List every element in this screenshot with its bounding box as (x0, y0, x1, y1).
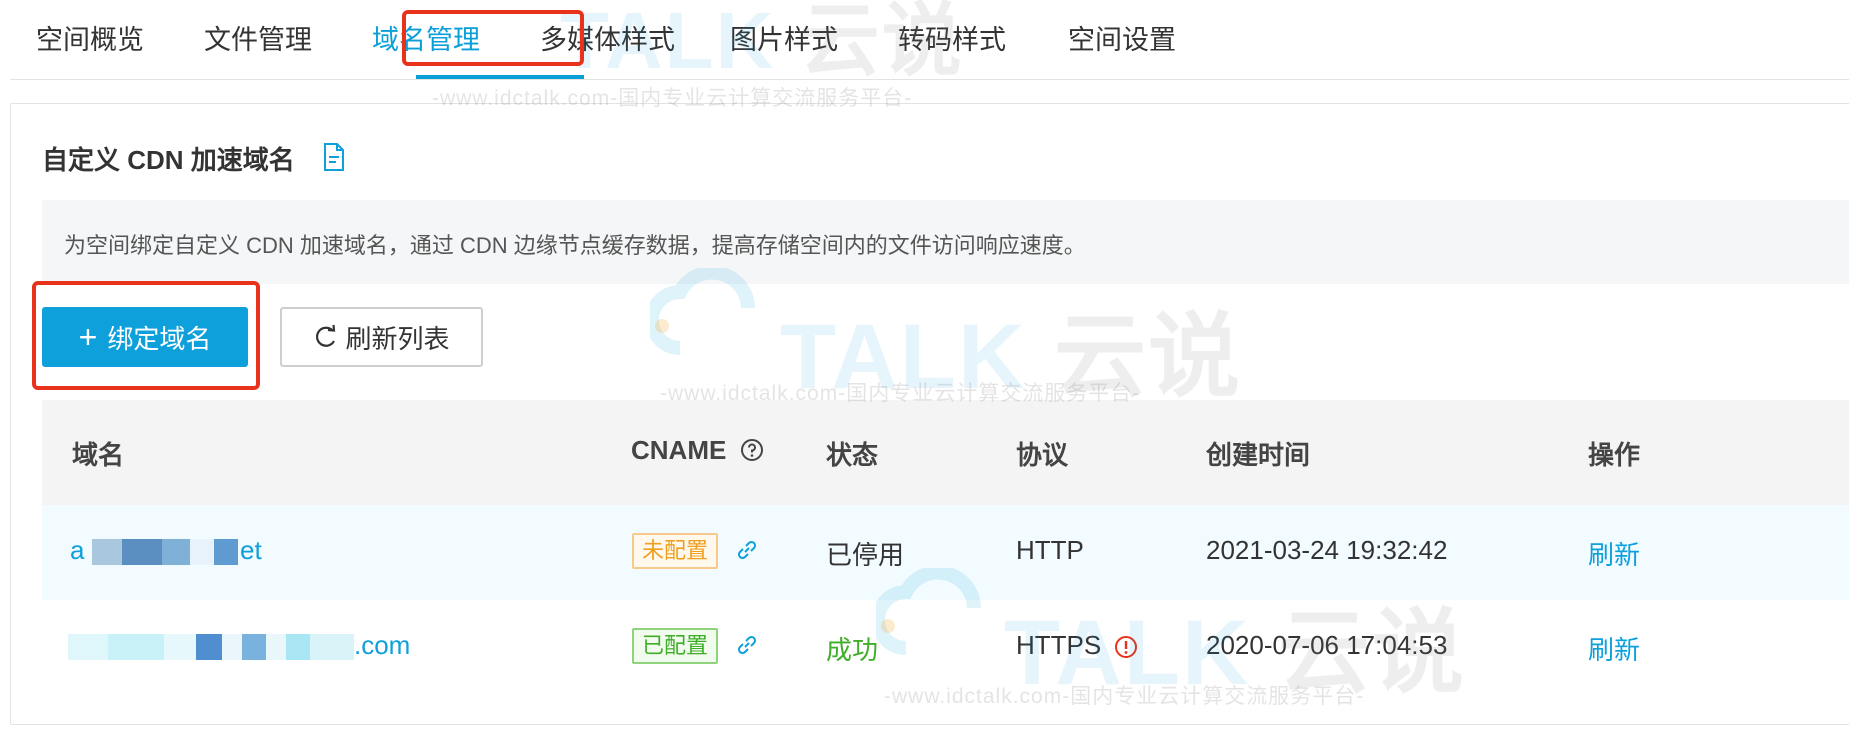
created-time: 2021-03-24 19:32:42 (1206, 535, 1448, 565)
document-icon[interactable] (322, 142, 346, 172)
refresh-list-button[interactable]: 刷新列表 (280, 307, 483, 367)
help-icon[interactable] (740, 438, 764, 462)
tab-space-settings[interactable]: 空间设置 (1068, 20, 1176, 60)
created-time: 2020-07-06 17:04:53 (1206, 630, 1448, 660)
watermark-cloud-icon (876, 568, 981, 655)
redacted-block (68, 634, 108, 660)
table-header: 域名 CNAME 状态 协议 创建时间 操作 (42, 400, 1849, 505)
tab-media-styles[interactable]: 多媒体样式 (540, 20, 675, 60)
redacted-block (122, 539, 162, 565)
notice-text: 为空间绑定自定义 CDN 加速域名，通过 CDN 边缘节点缓存数据，提高存储空间… (64, 233, 1086, 258)
cname-status-badge: 已配置 (632, 628, 719, 664)
warning-info-icon[interactable] (1114, 635, 1138, 659)
active-tab-indicator (416, 75, 584, 79)
bind-domain-label: 绑定域名 (107, 323, 212, 354)
redacted-block (162, 539, 190, 565)
tab-file-management[interactable]: 文件管理 (204, 20, 312, 60)
column-header-action: 操作 (1588, 440, 1641, 470)
redacted-block (222, 634, 242, 660)
column-header-cname: CNAME (631, 435, 764, 466)
domain-link[interactable]: a (70, 535, 84, 566)
protocol-text: HTTP (1016, 535, 1084, 565)
cname-status-badge: 未配置 (632, 533, 719, 569)
tab-bar: 空间概览 文件管理 域名管理 多媒体样式 图片样式 转码样式 空间设置 (10, 0, 1849, 80)
column-header-status: 状态 (826, 440, 879, 470)
link-icon[interactable] (734, 537, 760, 563)
redacted-block (92, 539, 122, 565)
redacted-block (266, 634, 286, 660)
domain-prefix: a (70, 535, 85, 565)
column-header-protocol: 协议 (1016, 440, 1069, 470)
status-text: 成功 (826, 635, 879, 665)
notice-box: 为空间绑定自定义 CDN 加速域名，通过 CDN 边缘节点缓存数据，提高存储空间… (42, 200, 1849, 284)
redacted-block (310, 634, 354, 660)
redacted-block (286, 634, 310, 660)
section-title: 自定义 CDN 加速域名 (42, 145, 295, 175)
watermark-cloud-icon (650, 268, 755, 355)
redacted-block (164, 634, 196, 660)
link-icon[interactable] (734, 632, 760, 658)
redacted-block (196, 634, 222, 660)
redacted-block (242, 634, 266, 660)
tab-domain-management[interactable]: 域名管理 (372, 20, 480, 60)
protocol-label: HTTPS (1016, 630, 1102, 660)
tab-transcode-styles[interactable]: 转码样式 (898, 20, 1006, 60)
refresh-icon (316, 324, 336, 347)
bind-domain-button[interactable]: + 绑定域名 (42, 307, 248, 367)
column-header-domain: 域名 (72, 440, 125, 470)
refresh-action-link[interactable]: 刷新 (1588, 630, 1640, 667)
redacted-block (214, 539, 238, 565)
refresh-action-link[interactable]: 刷新 (1588, 535, 1640, 572)
domain-suffix[interactable]: et (240, 535, 262, 566)
column-header-created: 创建时间 (1206, 440, 1311, 470)
tab-image-styles[interactable]: 图片样式 (730, 20, 838, 60)
redacted-block (108, 634, 164, 660)
tab-space-overview[interactable]: 空间概览 (36, 20, 144, 60)
column-header-cname-label: CNAME (631, 435, 727, 465)
plus-icon: + (78, 318, 98, 355)
redacted-block (190, 539, 214, 565)
page: 空间概览 文件管理 域名管理 多媒体样式 图片样式 转码样式 空间设置 自定义 … (0, 0, 1849, 730)
refresh-list-label: 刷新列表 (345, 323, 450, 354)
protocol-text: HTTPS (1016, 630, 1138, 661)
domain-suffix[interactable]: .com (354, 630, 410, 661)
status-text: 已停用 (826, 540, 905, 570)
